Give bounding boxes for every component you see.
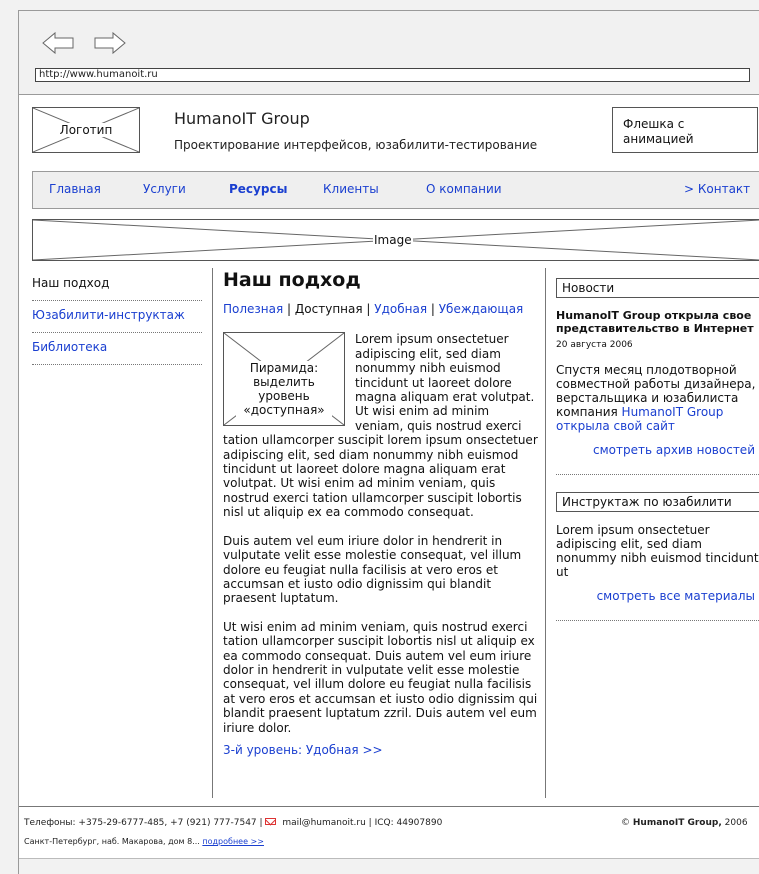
level-link-persuasive[interactable]: Убеждающая bbox=[439, 302, 524, 316]
leftnav-item-approach[interactable]: Наш подход bbox=[32, 272, 202, 301]
site-title: HumanoIT Group bbox=[174, 109, 310, 128]
main-content: Наш подход Полезная | Доступная | Удобна… bbox=[223, 268, 539, 757]
news-archive-link[interactable]: смотреть архив новостей bbox=[593, 443, 755, 457]
instr-body: Lorem ipsum onsectetuer adipiscing elit,… bbox=[556, 523, 759, 579]
banner-label: Image bbox=[373, 233, 413, 247]
leftnav-item-library[interactable]: Библиотека bbox=[32, 336, 202, 365]
news-title: HumanoIT Group открыла свое представител… bbox=[556, 309, 754, 335]
browser-toolbar: http://www.humanoit.ru bbox=[19, 11, 759, 95]
menu-item-clients[interactable]: Клиенты bbox=[323, 182, 379, 196]
main-menu: Главная Услуги Ресурсы Клиенты О компани… bbox=[32, 171, 759, 209]
page-title: Наш подход bbox=[223, 269, 361, 291]
flash-animation-placeholder: Флешка с анимацией bbox=[612, 107, 758, 153]
level-separator: | bbox=[287, 302, 295, 316]
left-navigation: Наш подход Юзабилити-инструктаж Библиоте… bbox=[32, 272, 202, 368]
menu-item-contact[interactable]: > Контакт bbox=[684, 182, 750, 196]
mail-icon bbox=[265, 818, 277, 825]
instr-heading: Инструктаж по юзабилити bbox=[556, 492, 759, 512]
paragraph: Duis autem vel eum iriure dolor in hendr… bbox=[223, 533, 522, 606]
copyright-brand: HumanoIT Group, bbox=[632, 818, 722, 828]
level-separator: | bbox=[430, 302, 439, 316]
right-sidebar: Новости HumanoIT Group открыла свое пред… bbox=[556, 278, 759, 638]
logo-placeholder[interactable]: Логотип bbox=[32, 107, 140, 153]
level-current-accessible: Доступная bbox=[294, 302, 363, 316]
navigation-arrows bbox=[42, 31, 126, 55]
menu-item-home[interactable]: Главная bbox=[49, 182, 101, 196]
pyramid-image-placeholder: Пирамида: выделить уровень «доступная» bbox=[223, 332, 345, 427]
banner-image-placeholder: Image bbox=[32, 219, 759, 261]
copyright-sign: © bbox=[621, 818, 633, 828]
forward-arrow-icon[interactable] bbox=[94, 31, 126, 55]
left-margin bbox=[0, 0, 18, 874]
column-divider-left bbox=[212, 268, 213, 798]
back-arrow-icon[interactable] bbox=[42, 31, 74, 55]
footer-address-text: Санкт-Петербург, наб. Макарова, дом 8... bbox=[24, 837, 200, 846]
news-date: 20 августа 2006 bbox=[556, 340, 633, 350]
menu-item-about[interactable]: О компании bbox=[426, 182, 502, 196]
instr-all-link[interactable]: смотреть все материалы bbox=[597, 589, 755, 603]
address-bar[interactable]: http://www.humanoit.ru bbox=[35, 68, 750, 82]
leftnav-item-usability-training[interactable]: Юзабилити-инструктаж bbox=[32, 304, 202, 333]
site-subtitle: Проектирование интерфейсов, юзабилити-те… bbox=[174, 138, 538, 152]
footer-divider bbox=[19, 806, 759, 807]
footer-email[interactable]: mail@humanoit.ru bbox=[282, 818, 365, 828]
paragraph: Ut wisi enim ad minim veniam, quis nostr… bbox=[223, 619, 538, 735]
column-divider-right bbox=[545, 268, 546, 798]
next-level-link[interactable]: 3-й уровень: Удобная >> bbox=[223, 743, 383, 757]
footer-more-link[interactable]: подробнее >> bbox=[202, 837, 264, 846]
dotted-divider bbox=[556, 620, 759, 621]
pyramid-label: Пирамида: выделить уровень «доступная» bbox=[236, 361, 332, 418]
top-margin bbox=[0, 0, 759, 10]
menu-item-services[interactable]: Услуги bbox=[143, 182, 186, 196]
dotted-divider bbox=[556, 474, 759, 475]
footer-icq: ICQ: 44907890 bbox=[374, 818, 443, 828]
copyright-year: 2006 bbox=[724, 818, 748, 828]
news-body: Спустя месяц плодотворной совместной раб… bbox=[556, 363, 759, 433]
news-heading: Новости bbox=[556, 278, 759, 298]
footer-copyright: © HumanoIT Group, 2006 bbox=[621, 818, 748, 828]
menu-item-resources[interactable]: Ресурсы bbox=[229, 182, 287, 196]
level-navigation: Полезная | Доступная | Удобная | Убеждаю… bbox=[223, 302, 539, 316]
bottom-margin bbox=[19, 858, 759, 874]
news-archive: смотреть архив новостей bbox=[556, 443, 759, 457]
instr-all: смотреть все материалы bbox=[556, 589, 759, 603]
logo-label: Логотип bbox=[57, 123, 115, 137]
level-link-usable[interactable]: Удобная bbox=[374, 302, 427, 316]
footer-contacts: Телефоны: +375-29-6777-485, +7 (921) 777… bbox=[24, 818, 442, 828]
level-link-useful[interactable]: Полезная bbox=[223, 302, 283, 316]
footer-phones: Телефоны: +375-29-6777-485, +7 (921) 777… bbox=[24, 818, 257, 828]
footer-address: Санкт-Петербург, наб. Макарова, дом 8...… bbox=[24, 837, 264, 846]
